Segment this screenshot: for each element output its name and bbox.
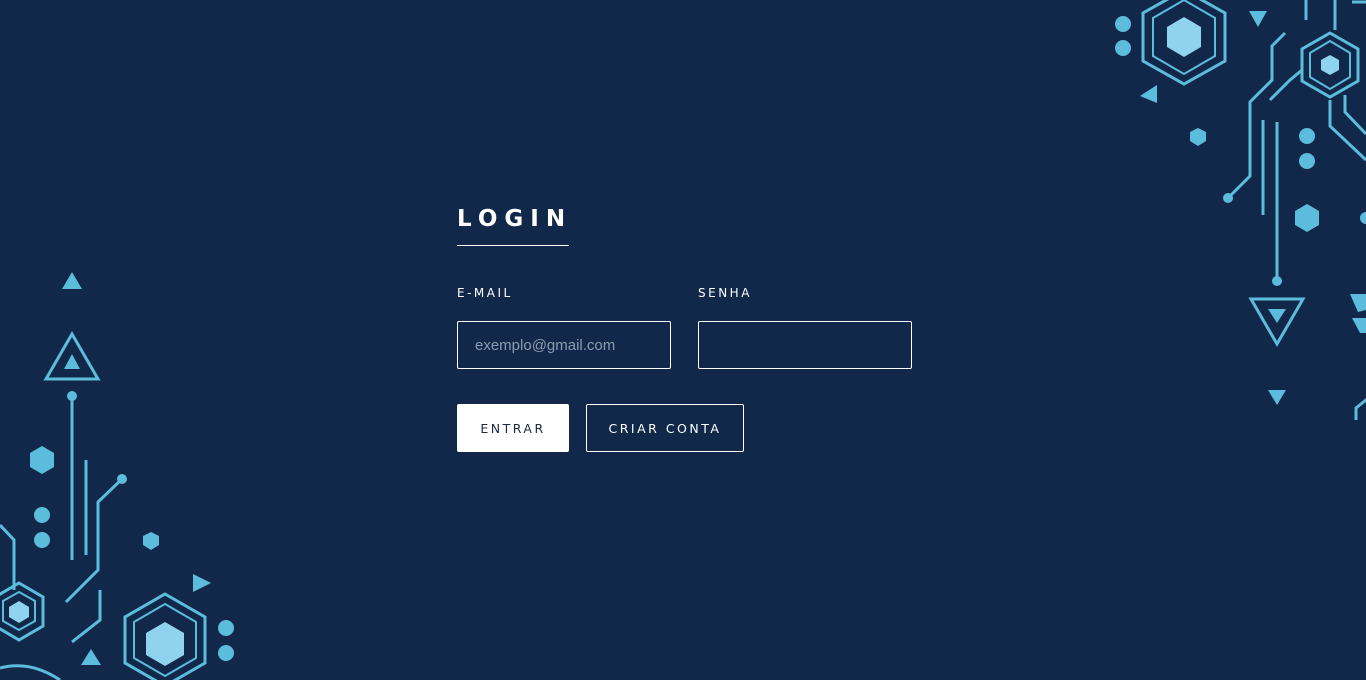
email-label: E-MAIL	[457, 286, 513, 300]
circuit-decoration-bottom-left	[0, 272, 234, 680]
login-title: LOGIN	[457, 206, 573, 232]
login-page: LOGIN E-MAIL SENHA ENTRAR CRIAR CONTA	[0, 0, 1366, 680]
title-underline	[457, 245, 569, 246]
password-input[interactable]	[698, 321, 912, 369]
circuit-decoration-top-right	[1115, 0, 1366, 420]
password-label: SENHA	[698, 286, 752, 300]
create-account-button[interactable]: CRIAR CONTA	[586, 404, 744, 452]
email-input[interactable]	[457, 321, 671, 369]
enter-button[interactable]: ENTRAR	[457, 404, 569, 452]
